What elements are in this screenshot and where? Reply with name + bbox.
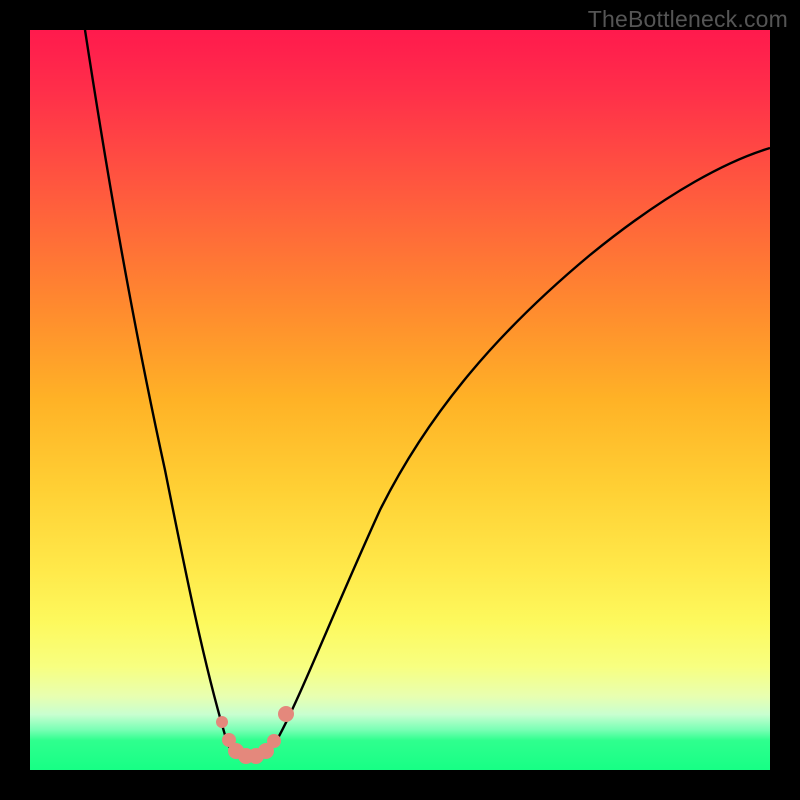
curve-markers xyxy=(216,706,294,764)
bottleneck-curve xyxy=(30,30,770,770)
curve-path xyxy=(85,30,770,756)
chart-plot-area xyxy=(30,30,770,770)
attribution-text: TheBottleneck.com xyxy=(588,6,788,33)
